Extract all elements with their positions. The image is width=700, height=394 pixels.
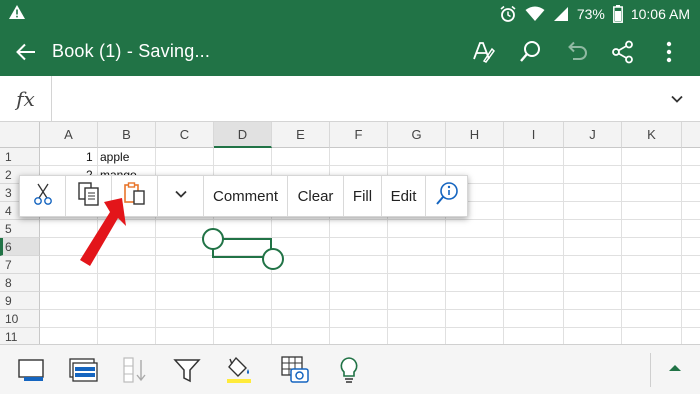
alarm-icon [499,5,517,23]
grid-line [40,237,700,238]
formula-input[interactable] [60,88,640,110]
battery-icon [612,5,623,23]
column-header-c[interactable]: C [156,122,214,148]
draw-pen-icon[interactable] [470,39,496,65]
row-header-7[interactable]: 7 [0,256,40,274]
row-header-8[interactable]: 8 [0,274,40,292]
share-icon[interactable] [610,39,636,65]
grid-line [681,148,682,344]
row-header-11[interactable]: 11 [0,328,40,344]
column-header-d[interactable]: D [214,122,272,148]
smart-lookup-button[interactable] [426,176,467,216]
status-bar: 73% 10:06 AM [0,0,700,28]
grid-line [40,309,700,310]
chevron-down-icon[interactable] [670,92,684,106]
grid-line [40,165,700,166]
search-icon[interactable] [518,39,544,65]
edit-button[interactable]: Edit [382,176,426,216]
annotation-arrow [80,198,126,266]
grid-line [40,327,700,328]
back-arrow-icon[interactable] [14,40,38,64]
column-header-j[interactable]: J [564,122,622,148]
row-header-5[interactable]: 5 [0,220,40,238]
column-header-overflow[interactable] [682,122,700,148]
column-header-i[interactable]: I [504,122,564,148]
clear-button[interactable]: Clear [288,176,344,216]
column-header-h[interactable]: H [446,122,504,148]
column-header-b[interactable]: B [98,122,156,148]
grid-line [563,148,564,344]
grid-line [40,255,700,256]
formula-bar: fx [0,76,700,122]
cut-button[interactable] [20,176,66,216]
chevron-down-icon [174,187,188,205]
wifi-icon [525,6,545,22]
cell-b1-label[interactable]: apple [100,148,129,166]
clock-time: 10:06 AM [630,6,690,22]
bottom-toolbar [0,344,700,394]
battery-text: 73% [576,6,605,22]
grid-line [40,219,700,220]
insert-picture-icon[interactable] [280,355,310,385]
selection-handles[interactable] [198,222,290,274]
freeze-panes-icon[interactable] [16,355,46,385]
fx-label[interactable]: fx [0,76,52,121]
grid-line [40,273,700,274]
row-header-9[interactable]: 9 [0,292,40,310]
warning-icon [8,4,26,23]
cell-b1-number[interactable]: 1 [86,148,93,166]
tell-me-lightbulb-icon[interactable] [334,355,364,385]
expand-up-icon[interactable] [664,357,694,387]
row-header-1[interactable]: 1 [0,148,40,166]
select-all-corner[interactable] [0,122,40,148]
column-header-f[interactable]: F [330,122,388,148]
column-header-g[interactable]: G [388,122,446,148]
row-header-6[interactable]: 6 [0,238,40,256]
title-bar: Book (1) - Saving... [0,28,700,76]
smart-lookup-icon [435,181,459,211]
more-vert-icon[interactable] [656,39,682,65]
column-header-a[interactable]: A [40,122,98,148]
wrap-icon[interactable] [68,355,98,385]
undo-icon[interactable] [564,39,590,65]
fill-button[interactable]: Fill [344,176,382,216]
column-header-k[interactable]: K [622,122,682,148]
grid-line [503,148,504,344]
row-header-10[interactable]: 10 [0,310,40,328]
more-options-button[interactable] [158,176,204,216]
filter-icon[interactable] [172,355,202,385]
sort-icon[interactable] [120,355,150,385]
comment-button[interactable]: Comment [204,176,288,216]
cut-icon [32,182,54,210]
fill-color-icon[interactable] [224,355,254,385]
document-title: Book (1) - Saving... [52,41,211,61]
grid-line [621,148,622,344]
grid-line [40,291,700,292]
column-header-e[interactable]: E [272,122,330,148]
signal-icon [553,6,569,22]
toolbar-divider [650,353,651,387]
